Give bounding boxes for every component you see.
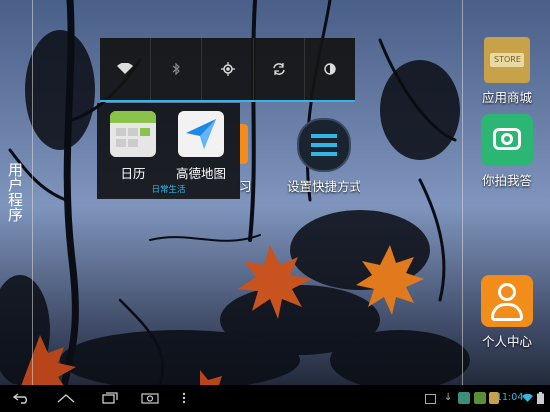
calendar-app[interactable]: 日历 — [107, 111, 159, 182]
gps-toggle[interactable] — [202, 38, 254, 100]
partial-app-label: 习 — [239, 179, 252, 194]
home-button[interactable] — [56, 389, 76, 407]
recent-apps-icon — [102, 392, 118, 404]
brightness-icon — [324, 63, 336, 75]
image-notification-icon[interactable] — [425, 394, 436, 404]
wifi-icon — [117, 63, 134, 74]
app-notification-icon-2[interactable] — [474, 392, 486, 404]
wifi-status-icon — [522, 394, 533, 402]
left-sidebar[interactable]: 用户程序 — [0, 0, 33, 385]
sync-icon — [272, 63, 285, 75]
system-navigation-bar: ↓ 11:04 — [0, 385, 550, 412]
screenshot-button[interactable] — [140, 389, 160, 407]
download-notification-icon[interactable]: ↓ — [444, 392, 452, 403]
screenshot-icon — [141, 393, 159, 404]
quick-settings-panel — [100, 38, 355, 102]
app-folder-popup: 日历 高德地图 日常生活 — [97, 103, 240, 199]
app-store-label: 应用商城 — [481, 90, 532, 105]
brightness-toggle[interactable] — [305, 38, 355, 100]
settings-shortcut-label: 设置快捷方式 — [287, 179, 360, 194]
folder-name[interactable]: 日常生活 — [97, 183, 240, 195]
settings-shortcut-app[interactable] — [297, 118, 351, 172]
bluetooth-toggle[interactable] — [151, 38, 203, 100]
app-store-icon: STORE — [484, 37, 530, 83]
app-store-app[interactable]: STORE 应用商城 — [463, 37, 550, 106]
app-notification-icon-1[interactable] — [458, 392, 470, 404]
home-icon — [57, 394, 75, 403]
amap-app[interactable]: 高德地图 — [175, 111, 227, 182]
battery-icon — [537, 392, 544, 404]
amap-label: 高德地图 — [175, 166, 226, 181]
map-navigation-icon — [178, 111, 224, 157]
partial-app-icon[interactable] — [240, 124, 248, 164]
user-center-app[interactable]: 个人中心 — [463, 275, 550, 350]
menu-icon — [182, 392, 186, 404]
back-icon — [13, 393, 27, 404]
back-button[interactable] — [12, 389, 32, 407]
calendar-icon — [110, 111, 156, 157]
user-programs-label[interactable]: 用户程序 — [6, 162, 25, 222]
menu-button[interactable] — [174, 389, 194, 407]
status-clock[interactable]: 11:04 — [496, 392, 523, 403]
wifi-toggle[interactable] — [100, 38, 152, 100]
right-sidebar: STORE 应用商城 你拍我答 个人中心 — [462, 0, 550, 385]
gps-icon — [220, 62, 235, 76]
camera-qa-app[interactable]: 你拍我答 — [463, 114, 550, 189]
camera-icon — [481, 114, 533, 166]
sync-toggle[interactable] — [254, 38, 305, 100]
settings-shortcut-icon — [297, 118, 351, 172]
recent-apps-button[interactable] — [100, 389, 120, 407]
user-profile-icon — [481, 275, 533, 327]
user-center-label: 个人中心 — [481, 334, 532, 349]
calendar-label: 日历 — [120, 166, 146, 181]
bluetooth-icon — [172, 63, 181, 75]
camera-qa-label: 你拍我答 — [481, 173, 532, 188]
